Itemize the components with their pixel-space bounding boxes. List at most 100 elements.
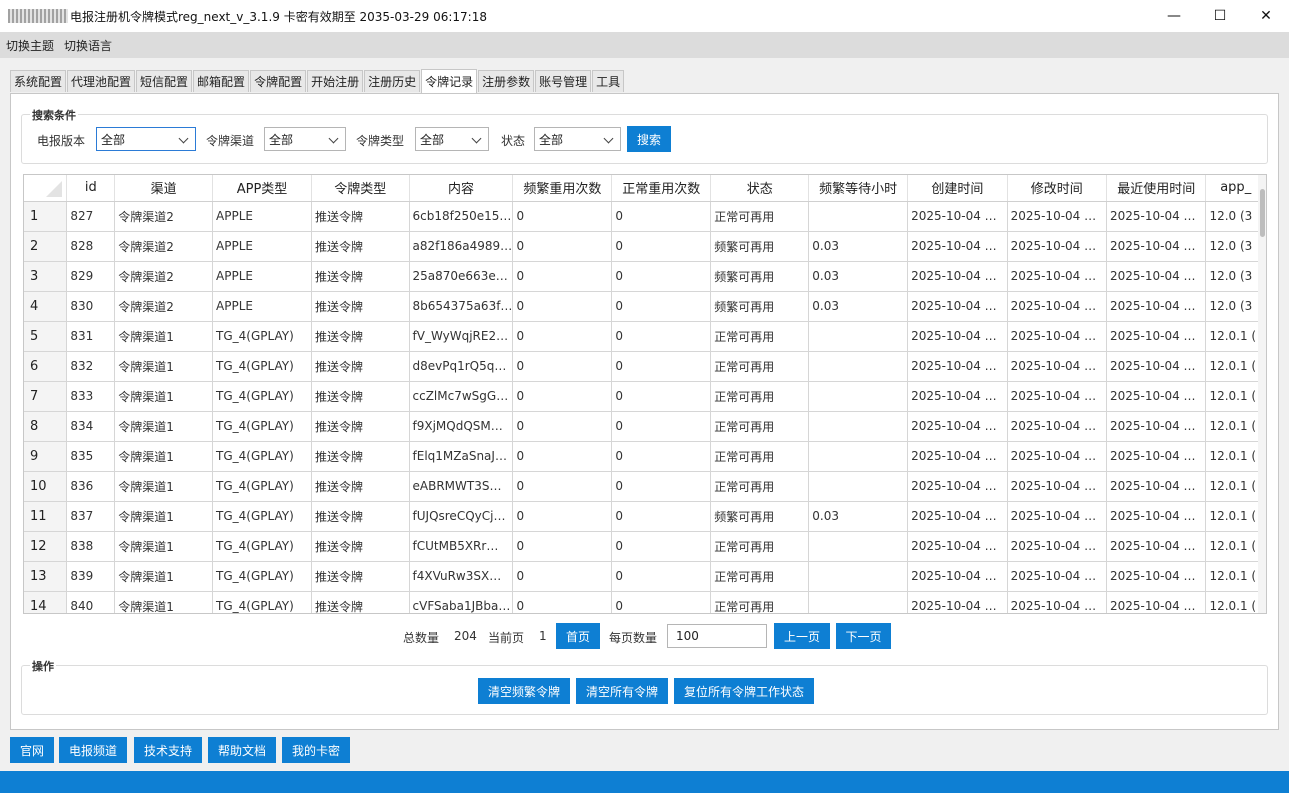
table-cell[interactable]	[808, 351, 909, 382]
table-cell[interactable]: 829	[66, 261, 116, 292]
table-cell[interactable]: fUJQsreCQyCj…	[409, 501, 514, 532]
table-cell[interactable]: f4XVuRw3SX…	[409, 561, 514, 592]
table-cell[interactable]: 0	[611, 591, 712, 613]
table-cell[interactable]: 推送令牌	[311, 261, 410, 292]
table-cell[interactable]: 频繁可再用	[710, 261, 810, 292]
table-cell[interactable]: 2025-10-04 …	[1106, 411, 1207, 442]
table-cell[interactable]: 令牌渠道1	[114, 441, 214, 472]
maximize-icon[interactable]: ☐	[1197, 0, 1243, 32]
table-cell[interactable]: 0	[512, 381, 613, 412]
first-page-button[interactable]: 首页	[556, 623, 600, 649]
table-cell[interactable]: 0	[512, 261, 613, 292]
table-cell[interactable]: TG_4(GPLAY)	[212, 381, 313, 412]
table-row[interactable]: 10 836 令牌渠道1 TG_4(GPLAY) 推送令牌 eABRMWT3S… 0 0 正常可…	[24, 471, 1266, 502]
table-cell[interactable]	[808, 441, 909, 472]
menu-switch-language[interactable]: 切换语言	[64, 37, 112, 54]
row-number[interactable]: 12	[24, 531, 68, 562]
table-cell[interactable]: 2025-10-04 …	[907, 591, 1008, 613]
column-header[interactable]: 频繁等待小时	[808, 175, 909, 202]
tab-7[interactable]: 令牌记录	[421, 69, 478, 93]
search-button[interactable]: 搜索	[627, 126, 671, 152]
table-cell[interactable]: 令牌渠道1	[114, 321, 214, 352]
table-cell[interactable]: 推送令牌	[311, 381, 410, 412]
table-cell[interactable]: 2025-10-04 …	[1106, 501, 1207, 532]
select-all-corner[interactable]	[24, 175, 68, 202]
table-cell[interactable]: APPLE	[212, 291, 313, 322]
table-cell[interactable]: 2025-10-04 …	[1007, 291, 1108, 322]
table-cell[interactable]	[808, 591, 909, 613]
column-header[interactable]: 正常重用次数	[611, 175, 712, 202]
table-cell[interactable]: TG_4(GPLAY)	[212, 441, 313, 472]
row-number[interactable]: 1	[24, 201, 68, 232]
table-cell[interactable]: 2025-10-04 …	[1106, 441, 1207, 472]
table-cell[interactable]: 2025-10-04 …	[907, 441, 1008, 472]
table-cell[interactable]: 2025-10-04 …	[1007, 381, 1108, 412]
table-cell[interactable]: 831	[66, 321, 116, 352]
table-cell[interactable]: 2025-10-04 …	[1007, 561, 1108, 592]
menu-switch-theme[interactable]: 切换主题	[6, 37, 54, 54]
table-cell[interactable]: 2025-10-04 …	[1106, 531, 1207, 562]
table-cell[interactable]: 2025-10-04 …	[1007, 441, 1108, 472]
table-cell[interactable]: 2025-10-04 …	[1106, 261, 1207, 292]
table-cell[interactable]: 0	[611, 501, 712, 532]
table-cell[interactable]: cVFSaba1JBba…	[409, 591, 514, 613]
table-cell[interactable]: 12.0.1 (	[1205, 381, 1266, 412]
table-cell[interactable]: 0	[512, 531, 613, 562]
table-cell[interactable]: 0	[512, 201, 613, 232]
table-cell[interactable]: 12.0.1 (	[1205, 561, 1266, 592]
table-cell[interactable]: 令牌渠道2	[114, 201, 214, 232]
table-cell[interactable]: 12.0.1 (	[1205, 321, 1266, 352]
table-cell[interactable]: 推送令牌	[311, 441, 410, 472]
table-cell[interactable]: 840	[66, 591, 116, 613]
table-cell[interactable]: 0	[611, 531, 712, 562]
row-number[interactable]: 8	[24, 411, 68, 442]
row-number[interactable]: 3	[24, 261, 68, 292]
table-cell[interactable]: 2025-10-04 …	[1007, 261, 1108, 292]
column-header[interactable]: 内容	[409, 175, 514, 202]
table-cell[interactable]: fCUtMB5XRr…	[409, 531, 514, 562]
table-cell[interactable]: 837	[66, 501, 116, 532]
table-cell[interactable]: 0.03	[808, 231, 909, 262]
table-cell[interactable]: TG_4(GPLAY)	[212, 561, 313, 592]
table-cell[interactable]: 推送令牌	[311, 201, 410, 232]
table-cell[interactable]: 正常可再用	[710, 411, 810, 442]
row-number[interactable]: 10	[24, 471, 68, 502]
table-cell[interactable]: 0	[512, 471, 613, 502]
table-cell[interactable]: 0	[611, 291, 712, 322]
table-cell[interactable]: fElq1MZaSnaJ…	[409, 441, 514, 472]
table-cell[interactable]: TG_4(GPLAY)	[212, 471, 313, 502]
table-cell[interactable]: 0	[512, 561, 613, 592]
table-cell[interactable]: 2025-10-04 …	[907, 501, 1008, 532]
table-cell[interactable]	[808, 321, 909, 352]
table-cell[interactable]: APPLE	[212, 201, 313, 232]
table-cell[interactable]: eABRMWT3S…	[409, 471, 514, 502]
status-select[interactable]: 全部	[534, 127, 621, 151]
table-cell[interactable]: 令牌渠道2	[114, 261, 214, 292]
table-cell[interactable]	[808, 561, 909, 592]
table-cell[interactable]: 2025-10-04 …	[1106, 591, 1207, 613]
next-page-button[interactable]: 下一页	[836, 623, 891, 649]
column-header[interactable]: id	[66, 175, 116, 202]
table-cell[interactable]: 25a870e663e…	[409, 261, 514, 292]
table-cell[interactable]: 推送令牌	[311, 411, 410, 442]
column-header[interactable]: 令牌类型	[311, 175, 410, 202]
table-cell[interactable]: APPLE	[212, 231, 313, 262]
table-cell[interactable]: 0	[611, 561, 712, 592]
table-cell[interactable]: APPLE	[212, 261, 313, 292]
table-cell[interactable]: 833	[66, 381, 116, 412]
table-cell[interactable]: TG_4(GPLAY)	[212, 501, 313, 532]
row-number[interactable]: 14	[24, 591, 68, 613]
table-cell[interactable]: 0	[611, 351, 712, 382]
table-cell[interactable]: 2025-10-04 …	[1007, 531, 1108, 562]
table-cell[interactable]	[808, 471, 909, 502]
table-cell[interactable]: TG_4(GPLAY)	[212, 411, 313, 442]
column-header[interactable]: APP类型	[212, 175, 313, 202]
table-cell[interactable]: 12.0.1 (	[1205, 351, 1266, 382]
table-cell[interactable]: 2025-10-04 …	[1106, 321, 1207, 352]
column-header[interactable]: 渠道	[114, 175, 214, 202]
table-cell[interactable]: 0	[611, 201, 712, 232]
tech-support-button[interactable]: 技术支持	[134, 737, 202, 763]
table-cell[interactable]: 0.03	[808, 291, 909, 322]
table-cell[interactable]	[808, 381, 909, 412]
table-row[interactable]: 1 827 令牌渠道2 APPLE 推送令牌 6cb18f250e15… 0 0 正常可再用 20…	[24, 201, 1266, 232]
